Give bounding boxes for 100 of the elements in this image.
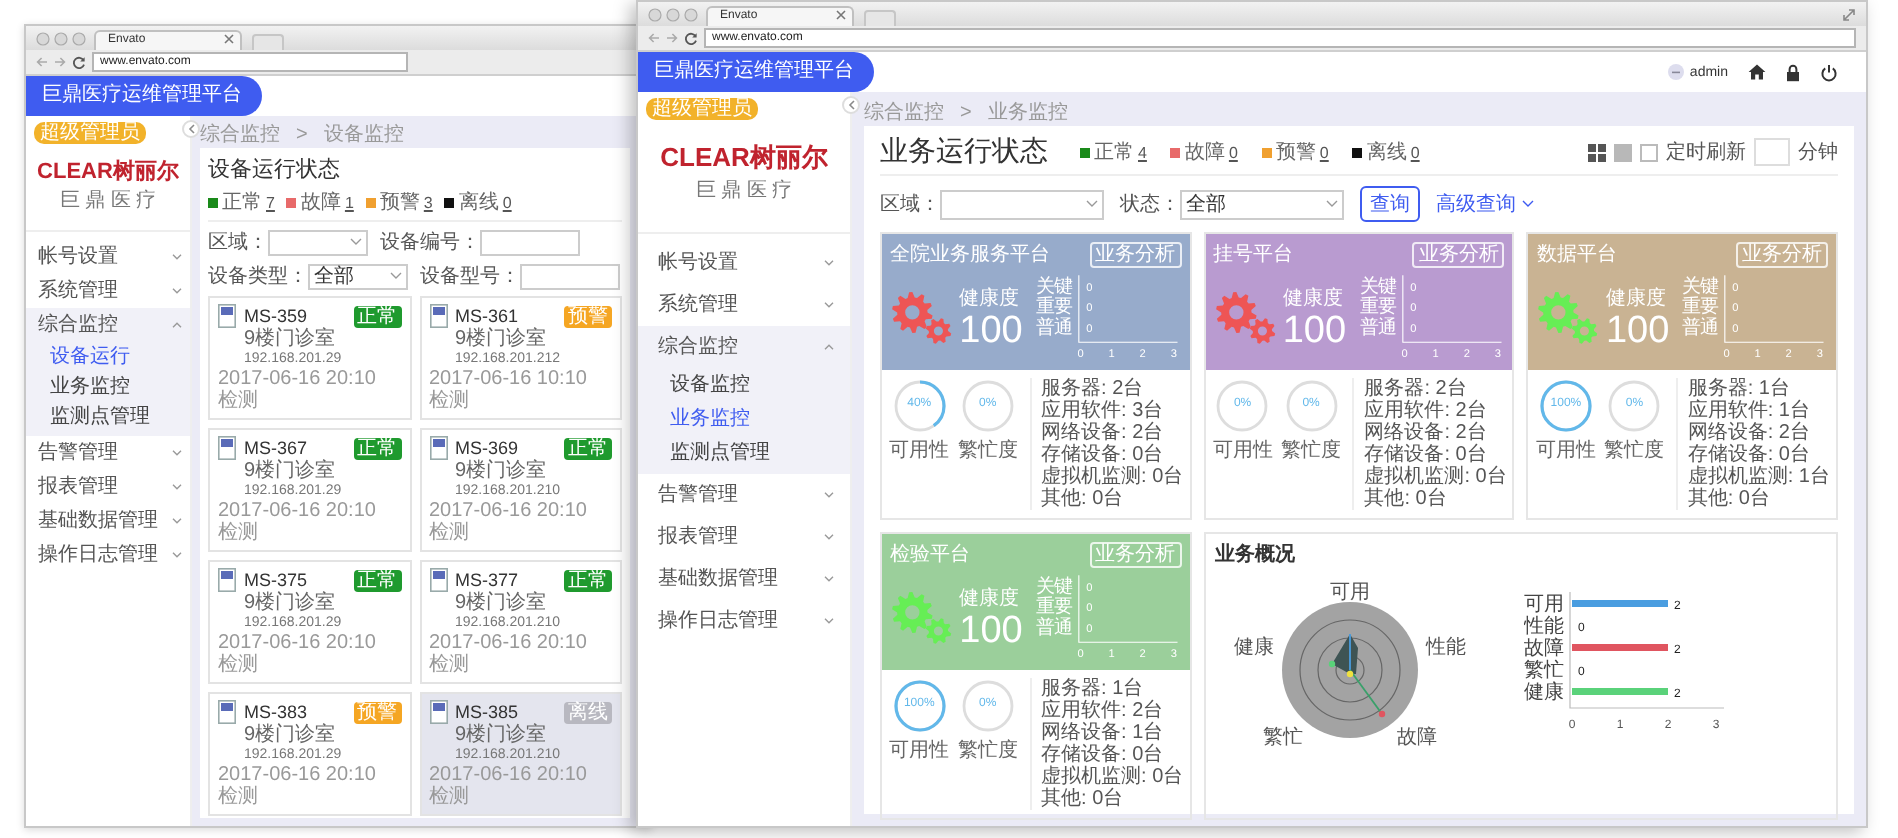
forward-icon[interactable] xyxy=(54,56,66,68)
device-name: MS-375 xyxy=(244,570,308,590)
legend-count-link[interactable]: 0 xyxy=(1410,143,1420,161)
reload-icon[interactable] xyxy=(72,55,86,69)
stat-text: 其他: 0台 xyxy=(1364,488,1449,510)
window-controls-icon[interactable] xyxy=(36,31,88,45)
legend-count-link[interactable]: 0 xyxy=(1228,143,1238,161)
filter-label: 设备型号： xyxy=(420,263,520,290)
stat-text: 虚拟机监测: 0台 xyxy=(1041,466,1184,488)
axis-label: 关键 xyxy=(1682,275,1719,296)
menu-item[interactable]: 系统管理 xyxy=(638,284,850,326)
caret-icon xyxy=(1326,200,1338,208)
close-icon[interactable] xyxy=(836,9,846,19)
caret-icon xyxy=(824,492,834,498)
select-field[interactable] xyxy=(268,229,368,255)
bar xyxy=(1571,644,1668,651)
menu-item[interactable]: 帐号设置 xyxy=(26,240,190,274)
check-time: 2017-06-16 10:10 检测 xyxy=(429,368,589,412)
back-icon[interactable] xyxy=(36,56,48,68)
caret-icon xyxy=(824,260,834,266)
gauge-label: 可用性 xyxy=(1212,437,1273,464)
legend-label: 故障 xyxy=(300,189,341,216)
submenu-item[interactable]: 业务监控 xyxy=(638,402,850,436)
stat-text: 网络设备: 2台 xyxy=(1041,422,1166,444)
submenu-item[interactable]: 监测点管理 xyxy=(26,402,190,432)
refresh-checkbox[interactable] xyxy=(1640,143,1658,161)
collapse-button[interactable] xyxy=(182,120,200,138)
status-badge: 离线 xyxy=(564,701,612,723)
select-field[interactable] xyxy=(940,189,1104,219)
caret-icon xyxy=(824,576,834,582)
health-label: 健康度 xyxy=(959,585,1022,612)
filter-label: 状态： xyxy=(1120,191,1180,218)
radar-axis-label: 性能 xyxy=(1425,637,1466,660)
menu-item[interactable]: 报表管理 xyxy=(638,516,850,558)
forward-icon[interactable] xyxy=(666,32,678,44)
gauge-ring xyxy=(1214,378,1271,434)
brand-title: 巨鼎医疗运维管理平台 xyxy=(638,52,874,92)
caret-icon xyxy=(172,552,182,558)
submenu-item[interactable]: 业务监控 xyxy=(26,372,190,402)
platform-name: 挂号平台 xyxy=(1213,241,1294,268)
axis-label: 性能 xyxy=(1523,616,1564,638)
menu-item[interactable]: 系统管理 xyxy=(26,274,190,308)
grid-view-icon[interactable] xyxy=(1588,143,1606,161)
legend-label: 预警 xyxy=(379,190,420,216)
gauge-ring xyxy=(1283,378,1340,434)
legend-count-link[interactable]: 0 xyxy=(502,193,512,211)
fullscreen-icon[interactable] xyxy=(1842,7,1856,21)
submenu-item[interactable]: 设备运行 xyxy=(26,342,190,372)
window-controls-icon[interactable] xyxy=(648,7,700,21)
lock-icon[interactable] xyxy=(1786,63,1800,81)
input-field[interactable] xyxy=(520,263,620,289)
device-icon xyxy=(429,304,447,328)
select-field[interactable]: 全部 xyxy=(1180,189,1344,219)
logo: CLEAR树丽尔 xyxy=(660,140,828,176)
menu-item[interactable]: 告警管理 xyxy=(638,474,850,516)
interval-field[interactable] xyxy=(1754,138,1790,166)
menu-item[interactable]: 告警管理 xyxy=(26,436,190,470)
caret-icon xyxy=(172,254,182,260)
gauge-label: 繁忙度 xyxy=(957,737,1018,764)
menu-item[interactable]: 基础数据管理 xyxy=(638,558,850,600)
menu-item[interactable]: 操作日志管理 xyxy=(638,600,850,642)
new-tab-button[interactable] xyxy=(252,34,284,50)
search-button[interactable]: 查询 xyxy=(1360,186,1420,222)
platform-name: 检验平台 xyxy=(890,541,970,568)
new-tab-button[interactable] xyxy=(864,10,896,26)
close-icon[interactable] xyxy=(224,33,234,43)
reload-icon[interactable] xyxy=(684,31,698,45)
caret-icon xyxy=(172,450,182,456)
select-field[interactable]: 全部 xyxy=(308,263,408,289)
legend-count-link[interactable]: 7 xyxy=(266,193,275,211)
submenu-item[interactable]: 监测点管理 xyxy=(638,436,850,470)
home-icon[interactable] xyxy=(1748,64,1766,80)
refresh-label: 定时刷新 xyxy=(1666,139,1746,166)
check-time: 2017-06-16 20:10 检测 xyxy=(429,632,589,676)
advanced-search-link[interactable]: 高级查询 xyxy=(1436,190,1534,218)
gauge-label: 可用性 xyxy=(1535,437,1596,464)
avatar-icon[interactable] xyxy=(1667,64,1684,80)
stat-text: 存储设备: 0台 xyxy=(1041,744,1164,766)
menu-item[interactable]: 综合监控 xyxy=(26,308,190,342)
legend-count-link[interactable]: 1 xyxy=(344,193,354,211)
status-badge: 正常 xyxy=(353,305,401,327)
status-badge: 预警 xyxy=(353,701,401,723)
stat-text: 应用软件: 1台 xyxy=(1687,400,1812,422)
menu-item[interactable]: 操作日志管理 xyxy=(26,538,190,572)
axis-label: 普通 xyxy=(1036,616,1073,637)
menu-item[interactable]: 帐号设置 xyxy=(638,242,850,284)
menu-item[interactable]: 报表管理 xyxy=(26,470,190,504)
logo: CLEAR树丽尔 xyxy=(37,157,179,186)
device-icon xyxy=(429,568,447,592)
power-icon[interactable] xyxy=(1820,63,1838,81)
menu-item[interactable]: 综合监控 xyxy=(638,326,850,368)
menu-item[interactable]: 基础数据管理 xyxy=(26,504,190,538)
legend-count-link[interactable]: 0 xyxy=(1319,143,1329,161)
legend-count-link[interactable]: 3 xyxy=(423,193,433,211)
list-view-icon[interactable] xyxy=(1614,143,1632,161)
input-field[interactable] xyxy=(480,229,580,255)
back-icon[interactable] xyxy=(648,32,660,44)
submenu-item[interactable]: 设备监控 xyxy=(638,368,850,402)
collapse-button[interactable] xyxy=(842,96,860,114)
legend-count-link[interactable]: 4 xyxy=(1138,143,1147,161)
